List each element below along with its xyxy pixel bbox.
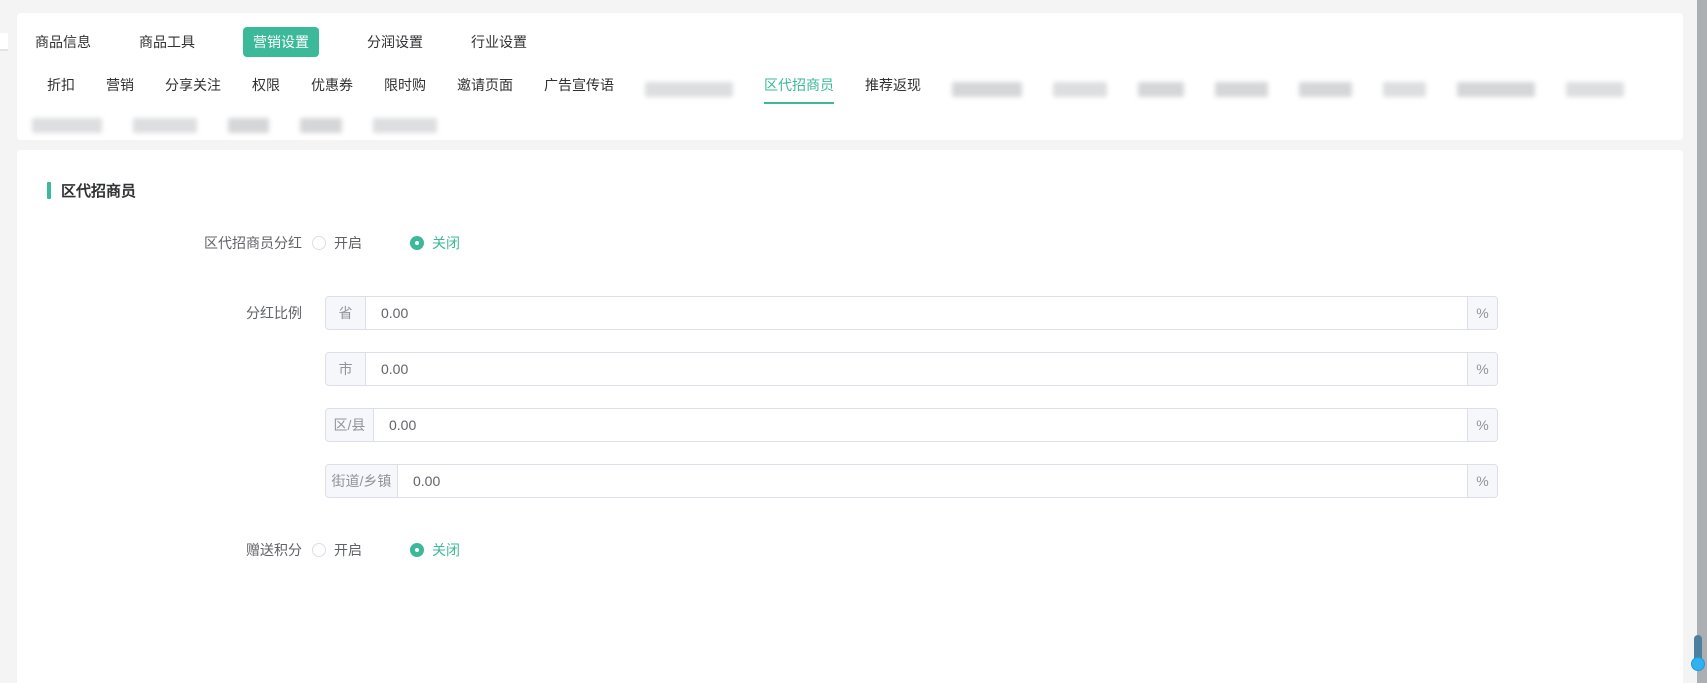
subtab-referral-cashback[interactable]: 推荐返现 <box>865 75 921 104</box>
subtab-redacted[interactable] <box>645 82 733 97</box>
subtab-redacted[interactable] <box>300 118 342 133</box>
section-title: 区代招商员 <box>61 180 136 201</box>
subtab-permissions[interactable]: 权限 <box>252 75 280 104</box>
subtab-marketing[interactable]: 营销 <box>106 75 134 104</box>
tab-profit-settings[interactable]: 分润设置 <box>367 27 423 57</box>
dividend-radio-on[interactable]: 开启 <box>312 233 362 253</box>
section-accent-bar <box>47 182 51 199</box>
subtab-redacted[interactable] <box>1138 82 1184 97</box>
scroll-indicator-icon[interactable] <box>1690 635 1706 671</box>
province-ratio-input-group: 省 % <box>325 296 1498 330</box>
radio-checked-icon <box>410 236 424 250</box>
tabs-card: 商品信息 商品工具 营销设置 分润设置 行业设置 折扣 营销 分享关注 权限 优… <box>17 13 1683 140</box>
points-radio-on[interactable]: 开启 <box>312 540 362 560</box>
dividend-radio-off[interactable]: 关闭 <box>410 233 460 253</box>
ratio-row-district: 区/县 % <box>17 408 1683 442</box>
left-panel-edge <box>0 33 8 51</box>
province-percent-suffix: % <box>1467 297 1497 329</box>
secondary-tabs: 折扣 营销 分享关注 权限 优惠券 限时购 邀请页面 广告宣传语 区代招商员 推… <box>17 57 1683 104</box>
subtab-discount[interactable]: 折扣 <box>47 75 75 104</box>
dividend-radio-off-label: 关闭 <box>432 233 460 253</box>
dividend-radio-label: 区代招商员分红 <box>17 233 312 253</box>
points-radio-off[interactable]: 关闭 <box>410 540 460 560</box>
ratio-row-city: 市 % <box>17 352 1683 386</box>
district-prefix: 区/县 <box>326 409 374 441</box>
vertical-scrollbar[interactable] <box>1697 0 1707 683</box>
subtab-invite-page[interactable]: 邀请页面 <box>457 75 513 104</box>
tab-product-tools[interactable]: 商品工具 <box>139 27 195 57</box>
tab-product-info[interactable]: 商品信息 <box>35 27 91 57</box>
radio-checked-icon <box>410 543 424 557</box>
subtab-share-follow[interactable]: 分享关注 <box>165 75 221 104</box>
subtab-redacted[interactable] <box>1383 82 1426 97</box>
city-percent-suffix: % <box>1467 353 1497 385</box>
district-ratio-input[interactable] <box>374 409 1467 441</box>
scroll-indicator-bulb <box>1691 657 1705 671</box>
subtab-redacted[interactable] <box>1566 82 1624 97</box>
ratio-row-street: 街道/乡镇 % <box>17 464 1683 498</box>
dividend-radio-on-label: 开启 <box>334 233 362 253</box>
points-radio-on-label: 开启 <box>334 540 362 560</box>
dividend-radio-row: 区代招商员分红 开启 关闭 <box>17 227 1683 259</box>
province-ratio-input[interactable] <box>366 297 1467 329</box>
tab-marketing-settings[interactable]: 营销设置 <box>243 27 319 57</box>
subtab-redacted[interactable] <box>1299 82 1352 97</box>
street-ratio-input[interactable] <box>398 465 1467 497</box>
points-radio-off-label: 关闭 <box>432 540 460 560</box>
province-prefix: 省 <box>326 297 366 329</box>
subtab-redacted[interactable] <box>1215 82 1268 97</box>
subtab-redacted[interactable] <box>373 118 437 133</box>
subtab-coupon[interactable]: 优惠券 <box>311 75 353 104</box>
street-percent-suffix: % <box>1467 465 1497 497</box>
district-agent-form: 区代招商员分红 开启 关闭 分红比例 省 <box>17 227 1683 566</box>
radio-unchecked-icon <box>312 236 326 250</box>
primary-tabs: 商品信息 商品工具 营销设置 分润设置 行业设置 <box>17 13 1683 57</box>
points-radio-row: 赠送积分 开启 关闭 <box>17 534 1683 566</box>
section-header: 区代招商员 <box>17 150 1683 201</box>
street-ratio-input-group: 街道/乡镇 % <box>325 464 1498 498</box>
subtab-ad-slogan[interactable]: 广告宣传语 <box>544 75 614 104</box>
district-percent-suffix: % <box>1467 409 1497 441</box>
subtab-redacted[interactable] <box>1457 82 1535 97</box>
page: 商品信息 商品工具 营销设置 分润设置 行业设置 折扣 营销 分享关注 权限 优… <box>0 0 1707 683</box>
tab-industry-settings[interactable]: 行业设置 <box>471 27 527 57</box>
district-agent-panel: 区代招商员 区代招商员分红 开启 关闭 分红比例 <box>17 150 1683 683</box>
city-ratio-input[interactable] <box>366 353 1467 385</box>
city-prefix: 市 <box>326 353 366 385</box>
subtab-redacted[interactable] <box>133 118 197 133</box>
city-ratio-input-group: 市 % <box>325 352 1498 386</box>
subtab-redacted[interactable] <box>228 118 269 133</box>
street-prefix: 街道/乡镇 <box>326 465 398 497</box>
subtab-redacted[interactable] <box>32 118 102 133</box>
radio-unchecked-icon <box>312 543 326 557</box>
subtab-redacted[interactable] <box>1053 82 1107 97</box>
ratio-label: 分红比例 <box>17 303 312 323</box>
district-ratio-input-group: 区/县 % <box>325 408 1498 442</box>
points-radio-label: 赠送积分 <box>17 540 312 560</box>
points-radio-group: 开启 关闭 <box>312 540 460 560</box>
subtab-district-agent[interactable]: 区代招商员 <box>764 75 834 104</box>
dividend-radio-group: 开启 关闭 <box>312 233 460 253</box>
subtab-flash-sale[interactable]: 限时购 <box>384 75 426 104</box>
subtab-redacted[interactable] <box>952 82 1022 97</box>
ratio-row-province: 分红比例 省 % <box>17 296 1683 330</box>
tertiary-tabs <box>17 104 1683 133</box>
